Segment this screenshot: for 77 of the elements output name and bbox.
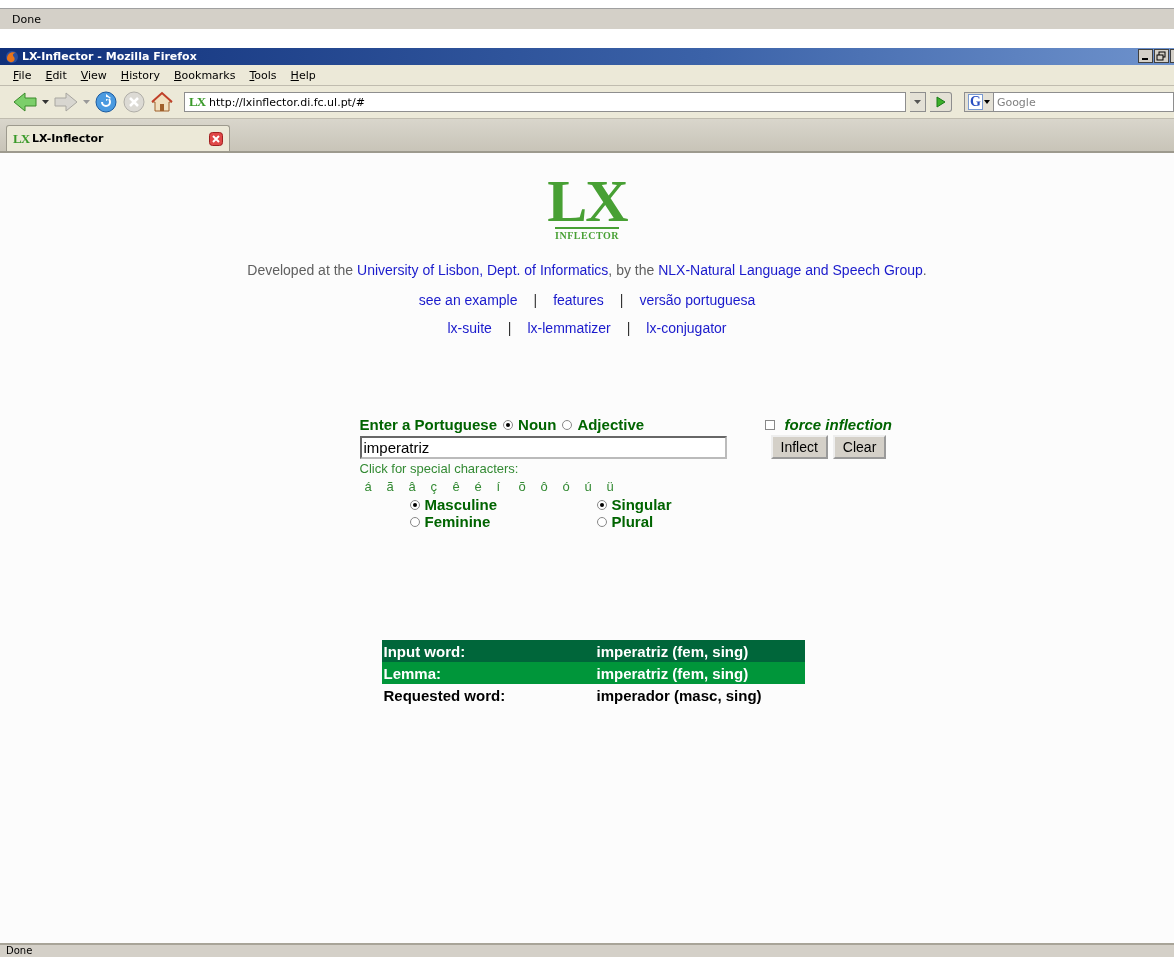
special-character-link[interactable]: ô: [540, 479, 563, 494]
radio-option[interactable]: Masculine: [409, 496, 597, 513]
go-button[interactable]: [930, 92, 952, 112]
reload-icon[interactable]: [94, 90, 118, 114]
result-value: imperatriz (fem, sing): [595, 664, 750, 682]
text-link[interactable]: NLX-Natural Language and Speech Group: [658, 262, 923, 278]
radio-option[interactable]: Noun: [503, 416, 557, 433]
radio-option[interactable]: Plural: [596, 513, 747, 530]
link-separator: |: [619, 292, 624, 308]
radio-option[interactable]: Singular: [596, 496, 747, 513]
caret-icon[interactable]: [42, 99, 49, 105]
intro-text: Developed at the University of Lisbon, Dept. of Informatics, by the NLX-Natural Language and Speech Group.: [246, 261, 928, 280]
result-label: Requested word:: [382, 686, 507, 704]
dropdown-button[interactable]: [910, 92, 926, 112]
special-characters-label: Click for special characters:: [359, 461, 520, 476]
search-engine-button[interactable]: G: [964, 92, 994, 112]
special-character-link[interactable]: ã: [386, 479, 409, 494]
nav-link[interactable]: lx-lemmatizer: [527, 320, 611, 336]
word-input-field[interactable]: imperatriz: [359, 436, 727, 459]
status-bar: Done: [0, 8, 1174, 30]
radio-button[interactable]: [409, 499, 420, 510]
minimize-icon[interactable]: [1138, 49, 1153, 63]
nav-link[interactable]: lx-suite: [447, 320, 492, 336]
radio-option[interactable]: Feminine: [409, 513, 597, 530]
special-character-link[interactable]: õ: [518, 479, 541, 494]
result-value: imperatriz (fem, sing): [595, 642, 750, 660]
result-value: imperador (masc, sing): [595, 686, 763, 704]
tab[interactable]: LX LX-Inflector: [6, 125, 230, 151]
special-character-link[interactable]: ú: [584, 479, 607, 494]
menu-item[interactable]: History: [113, 68, 167, 82]
caret-icon: [983, 100, 990, 104]
menu-item[interactable]: Tools: [242, 68, 284, 82]
special-character-link[interactable]: é: [474, 479, 497, 494]
result-label: Lemma:: [382, 664, 443, 682]
special-character-link[interactable]: ç: [430, 479, 453, 494]
radio-button[interactable]: [562, 419, 573, 430]
radio-button[interactable]: [596, 499, 607, 510]
force-inflection-checkbox[interactable]: force inflection: [754, 416, 925, 433]
radio-button[interactable]: [596, 516, 607, 527]
window-title: LX-Inflector - Mozilla Firefox: [22, 50, 197, 63]
nav-link[interactable]: features: [553, 292, 604, 308]
logo-subtitle: INFLECTOR: [555, 227, 619, 241]
link-separator: |: [533, 292, 538, 308]
home-icon[interactable]: [150, 90, 174, 114]
link-separator: |: [507, 320, 512, 336]
form-prompt: Enter a Portuguese: [359, 416, 498, 433]
menu-item[interactable]: Help: [283, 68, 323, 82]
link-separator: |: [626, 320, 631, 336]
special-character-link[interactable]: â: [408, 479, 431, 494]
status-bar: Done: [0, 943, 1174, 957]
menu-item[interactable]: View: [73, 68, 114, 82]
logo-title: LX: [547, 175, 627, 227]
menu-item[interactable]: File: [6, 68, 39, 82]
play-icon: [935, 96, 946, 108]
special-character-link[interactable]: ê: [452, 479, 475, 494]
globe-icon: [5, 49, 19, 64]
radio-button[interactable]: [503, 419, 514, 430]
nav-link[interactable]: see an example: [418, 292, 518, 308]
form-button[interactable]: Clear: [832, 435, 887, 459]
special-character-link[interactable]: á: [364, 479, 387, 494]
caret-icon: [914, 100, 921, 104]
special-character-link[interactable]: ü: [606, 479, 629, 494]
special-character-link[interactable]: ó: [562, 479, 585, 494]
result-label: Input word:: [382, 642, 467, 660]
nav-link[interactable]: versão portuguesa: [639, 292, 756, 308]
radio-button[interactable]: [409, 516, 420, 527]
search-field[interactable]: Google: [993, 92, 1174, 112]
site-icon: LX: [189, 94, 206, 110]
menu-item[interactable]: Bookmarks: [167, 68, 243, 82]
form-button[interactable]: Inflect: [770, 435, 828, 459]
radio-option[interactable]: Adjective: [562, 416, 645, 433]
address-field[interactable]: LX http://lxinflector.di.fc.ul.pt/#: [184, 92, 906, 112]
special-character-link[interactable]: í: [496, 479, 519, 494]
menu-item[interactable]: Edit: [38, 68, 74, 82]
url-text: http://lxinflector.di.fc.ul.pt/#: [209, 95, 365, 109]
nav-link[interactable]: lx-conjugator: [646, 320, 727, 336]
checkbox[interactable]: [764, 419, 775, 430]
